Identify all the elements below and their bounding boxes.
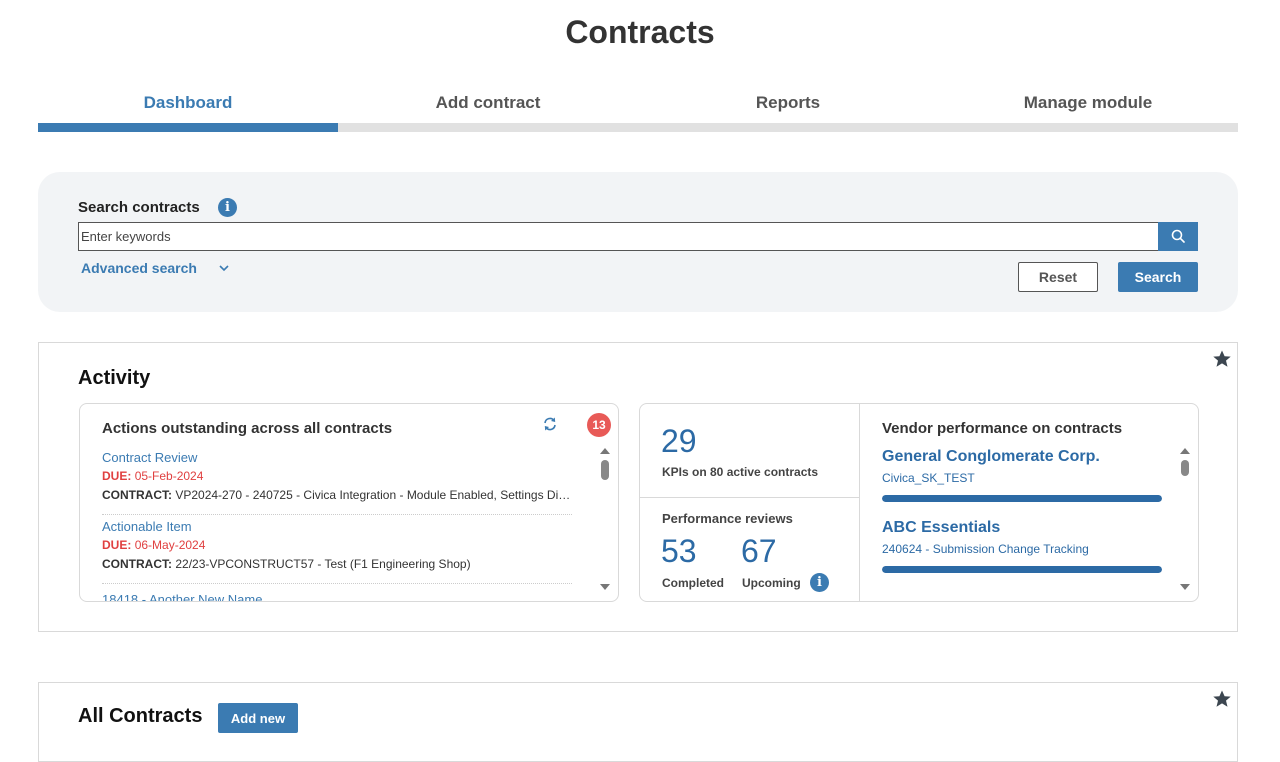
list-item: Contract Review DUE: 05-Feb-2024 CONTRAC…	[102, 446, 572, 515]
tab-label: Reports	[755, 93, 821, 112]
kpi-block: 29 KPIs on 80 active contracts	[640, 404, 860, 498]
completed-count[interactable]: 53	[661, 533, 697, 570]
vendor-performance-fill	[882, 566, 1162, 573]
scroll-up-arrow[interactable]	[1180, 448, 1190, 454]
tab-add-contract[interactable]: Add contract	[338, 84, 638, 132]
contract-label: CONTRACT:	[102, 488, 172, 502]
vendor-contract: Civica_SK_TEST	[882, 471, 975, 485]
activity-card: Activity Actions outstanding across all …	[38, 342, 1238, 632]
all-contracts-card: All Contracts Add new	[38, 682, 1238, 762]
search-icon	[1171, 229, 1185, 243]
add-new-button[interactable]: Add new	[218, 703, 298, 733]
vendor-name-link[interactable]: General Conglomerate Corp.	[882, 446, 1164, 468]
search-button[interactable]: Search	[1118, 262, 1198, 292]
kpi-summary: 29 KPIs on 80 active contracts Performan…	[640, 404, 860, 601]
chevron-down-icon[interactable]	[218, 262, 230, 274]
tab-reports[interactable]: Reports	[638, 84, 938, 132]
list-item: General Conglomerate Corp. Civica_SK_TES…	[882, 446, 1164, 517]
performance-panel: 29 KPIs on 80 active contracts Performan…	[639, 403, 1199, 602]
vendor-performance-bar	[882, 495, 1162, 502]
scroll-down-arrow[interactable]	[600, 584, 610, 590]
vendor-performance-bar	[882, 566, 1162, 573]
contract-ref: CONTRACT: VP2024-270 - 240725 - Civica I…	[102, 486, 572, 505]
scroll-thumb[interactable]	[1181, 460, 1189, 476]
upcoming-label: Upcoming	[742, 576, 801, 590]
tab-label: Dashboard	[143, 93, 233, 112]
list-item: Actionable Item DUE: 06-May-2024 CONTRAC…	[102, 515, 572, 584]
performance-reviews-heading: Performance reviews	[662, 511, 793, 526]
scroll-thumb[interactable]	[601, 460, 609, 480]
action-list: Contract Review DUE: 05-Feb-2024 CONTRAC…	[102, 446, 572, 601]
tab-indicator	[638, 123, 938, 132]
module-tabs: Dashboard Add contract Reports Manage mo…	[38, 84, 1238, 132]
contract-value: 22/23-VPCONSTRUCT57 - Test (F1 Engineeri…	[175, 557, 471, 571]
tab-manage-module[interactable]: Manage module	[938, 84, 1238, 132]
activity-title: Activity	[78, 367, 151, 389]
search-label: Search contracts	[78, 199, 200, 216]
scroll-up-arrow[interactable]	[600, 448, 610, 454]
vendor-performance-heading: Vendor performance on contracts	[882, 420, 1123, 437]
due-date: DUE: 06-May-2024	[102, 536, 572, 555]
vendor-list: General Conglomerate Corp. Civica_SK_TES…	[882, 446, 1164, 588]
search-icon-button[interactable]	[1158, 222, 1198, 251]
due-label: DUE:	[102, 469, 132, 483]
all-contracts-title: All Contracts	[78, 705, 203, 727]
vendor-contract: 240624 - Submission Change Tracking	[882, 542, 1089, 556]
contract-value: VP2024-270 - 240725 - Civica Integration…	[175, 488, 572, 502]
tab-indicator	[38, 123, 338, 132]
actions-heading: Actions outstanding across all contracts	[102, 420, 393, 437]
contract-label: CONTRACT:	[102, 557, 172, 571]
info-icon[interactable]: i	[218, 198, 237, 217]
info-icon[interactable]: i	[810, 573, 829, 592]
due-label: DUE:	[102, 538, 132, 552]
search-panel: Search contracts i Advanced search Reset…	[38, 172, 1238, 312]
page-title: Contracts	[565, 14, 715, 50]
list-item: 18418 - Another New Name	[102, 584, 572, 601]
refresh-icon[interactable]	[542, 416, 558, 432]
tab-label: Add contract	[435, 93, 541, 112]
advanced-search-link[interactable]: Advanced search	[81, 260, 197, 276]
vendor-name-link[interactable]: ABC Essentials	[882, 517, 1164, 539]
reset-button[interactable]: Reset	[1018, 262, 1098, 292]
vendor-performance-fill	[882, 495, 1162, 502]
completed-label: Completed	[662, 576, 725, 590]
list-item: ABC Essentials 240624 - Submission Chang…	[882, 517, 1164, 588]
action-title-link[interactable]: Actionable Item	[102, 517, 572, 536]
upcoming-count[interactable]: 67	[741, 533, 777, 570]
action-title-link[interactable]: 18418 - Another New Name	[102, 590, 572, 601]
action-title-link[interactable]: Contract Review	[102, 448, 572, 467]
scroll-down-arrow[interactable]	[1180, 584, 1190, 590]
tab-label: Manage module	[1023, 93, 1153, 112]
vendor-scrollbar[interactable]	[1179, 448, 1191, 598]
due-value: 05-Feb-2024	[134, 469, 204, 483]
actions-count-badge: 13	[587, 413, 611, 437]
tab-dashboard[interactable]: Dashboard	[38, 84, 338, 132]
contract-ref: CONTRACT: 22/23-VPCONSTRUCT57 - Test (F1…	[102, 555, 572, 574]
due-date: DUE: 05-Feb-2024	[102, 467, 572, 486]
search-input[interactable]	[78, 222, 1159, 251]
actions-outstanding-panel: Actions outstanding across all contracts…	[79, 403, 619, 602]
kpi-caption: KPIs on 80 active contracts	[662, 465, 819, 479]
actions-scrollbar[interactable]	[599, 448, 611, 598]
kpi-count[interactable]: 29	[661, 423, 697, 460]
tab-indicator	[938, 123, 1238, 132]
star-icon[interactable]	[1212, 349, 1232, 369]
star-icon[interactable]	[1212, 689, 1232, 709]
tab-indicator	[338, 123, 638, 132]
due-value: 06-May-2024	[134, 538, 206, 552]
